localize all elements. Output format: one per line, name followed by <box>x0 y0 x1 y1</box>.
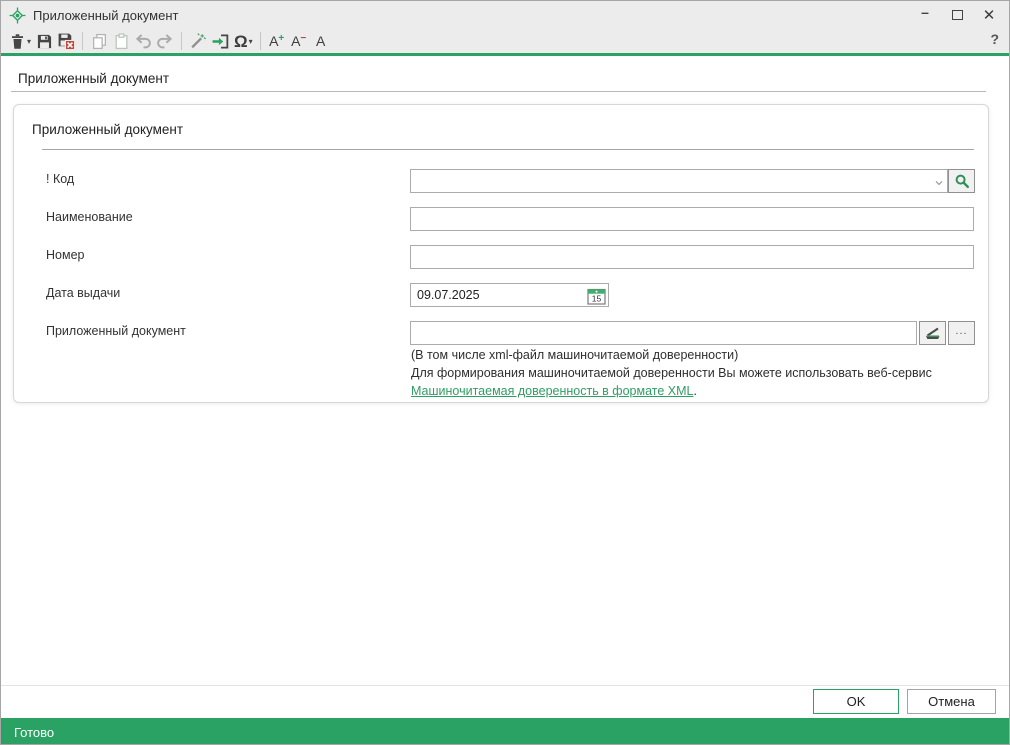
font-reset-button[interactable]: A <box>310 29 332 53</box>
page-divider <box>11 91 986 92</box>
font-decrease-button[interactable]: A− <box>288 29 310 53</box>
scan-button[interactable] <box>919 321 946 345</box>
toolbar-separator <box>82 32 83 50</box>
save-button[interactable] <box>33 29 55 53</box>
section-divider <box>42 149 974 150</box>
svg-text:15: 15 <box>591 293 601 303</box>
link-suffix: . <box>693 384 696 398</box>
titlebar: Приложенный документ – ✕ <box>1 1 1009 29</box>
search-button[interactable] <box>948 169 975 193</box>
dropdown-caret-icon: ▾ <box>249 37 253 46</box>
cancel-save-button[interactable] <box>55 29 77 53</box>
save-icon <box>36 33 53 50</box>
ok-button[interactable]: OK <box>813 689 899 714</box>
number-input[interactable] <box>410 245 974 269</box>
copy-button[interactable] <box>88 29 110 53</box>
undo-button[interactable] <box>132 29 154 53</box>
omega-button[interactable]: Ω▾ <box>232 29 255 53</box>
code-combobox[interactable] <box>410 169 948 193</box>
maximize-button[interactable] <box>941 1 973 29</box>
section-title: Приложенный документ <box>32 122 183 137</box>
scanner-icon <box>924 325 942 341</box>
hint-line-1: (В том числе xml-файл машиночитаемой дов… <box>411 348 738 362</box>
font-reset-icon: A <box>316 34 325 48</box>
redo-button[interactable] <box>154 29 176 53</box>
omega-icon: Ω <box>234 33 248 50</box>
cancel-button[interactable]: Отмена <box>907 689 996 714</box>
chevron-down-icon[interactable] <box>934 175 944 185</box>
trash-icon <box>9 33 26 50</box>
maximize-icon <box>952 10 963 20</box>
date-input[interactable] <box>410 283 609 307</box>
field-label-attached-document: Приложенный документ <box>46 324 186 338</box>
field-label-code: ! Код <box>46 172 74 186</box>
status-text: Готово <box>14 725 54 740</box>
search-icon <box>954 173 970 189</box>
toolbar-separator <box>181 32 182 50</box>
status-bar: Готово <box>1 718 1009 745</box>
dropdown-caret-icon: ▾ <box>27 37 31 46</box>
delete-button[interactable]: ▾ <box>7 29 33 53</box>
app-icon <box>9 7 26 24</box>
undo-icon <box>134 33 152 50</box>
field-label-number: Номер <box>46 248 84 262</box>
font-increase-icon: A+ <box>269 34 284 49</box>
paste-button[interactable] <box>110 29 132 53</box>
hint-line-2: Для формирования машиночитаемой доверенн… <box>411 366 932 380</box>
toolbar: ▾ <box>1 29 1009 53</box>
page-title: Приложенный документ <box>18 71 169 86</box>
magic-wand-icon <box>189 32 207 50</box>
cancel-save-icon <box>57 32 75 50</box>
redo-icon <box>156 33 174 50</box>
import-button[interactable] <box>209 29 232 53</box>
magic-wand-button[interactable] <box>187 29 209 53</box>
file-input[interactable] <box>410 321 917 345</box>
calendar-icon: 15 <box>587 288 606 305</box>
form-panel: Приложенный документ ! Код Наименование … <box>13 104 989 403</box>
import-icon <box>211 33 230 50</box>
field-label-issue-date: Дата выдачи <box>46 286 120 300</box>
browse-button[interactable]: ... <box>948 321 975 345</box>
copy-icon <box>91 33 108 50</box>
minimize-icon: – <box>921 4 929 20</box>
footer-divider <box>1 685 1009 686</box>
window: Приложенный документ – ✕ ▾ <box>0 0 1010 745</box>
window-title: Приложенный документ <box>33 8 178 23</box>
paste-icon <box>113 33 130 50</box>
font-decrease-icon: A− <box>291 34 306 49</box>
name-input[interactable] <box>410 207 974 231</box>
accent-line <box>1 53 1009 56</box>
help-button[interactable]: ? <box>990 31 999 47</box>
close-icon: ✕ <box>983 6 996 24</box>
font-increase-button[interactable]: A+ <box>266 29 288 53</box>
toolbar-separator <box>260 32 261 50</box>
ellipsis-icon: ... <box>955 325 967 337</box>
field-label-name: Наименование <box>46 210 133 224</box>
calendar-button[interactable]: 15 <box>584 286 608 306</box>
web-service-link[interactable]: Машиночитаемая доверенность в формате XM… <box>411 384 693 398</box>
minimize-button[interactable]: – <box>909 1 941 29</box>
close-button[interactable]: ✕ <box>973 1 1005 29</box>
